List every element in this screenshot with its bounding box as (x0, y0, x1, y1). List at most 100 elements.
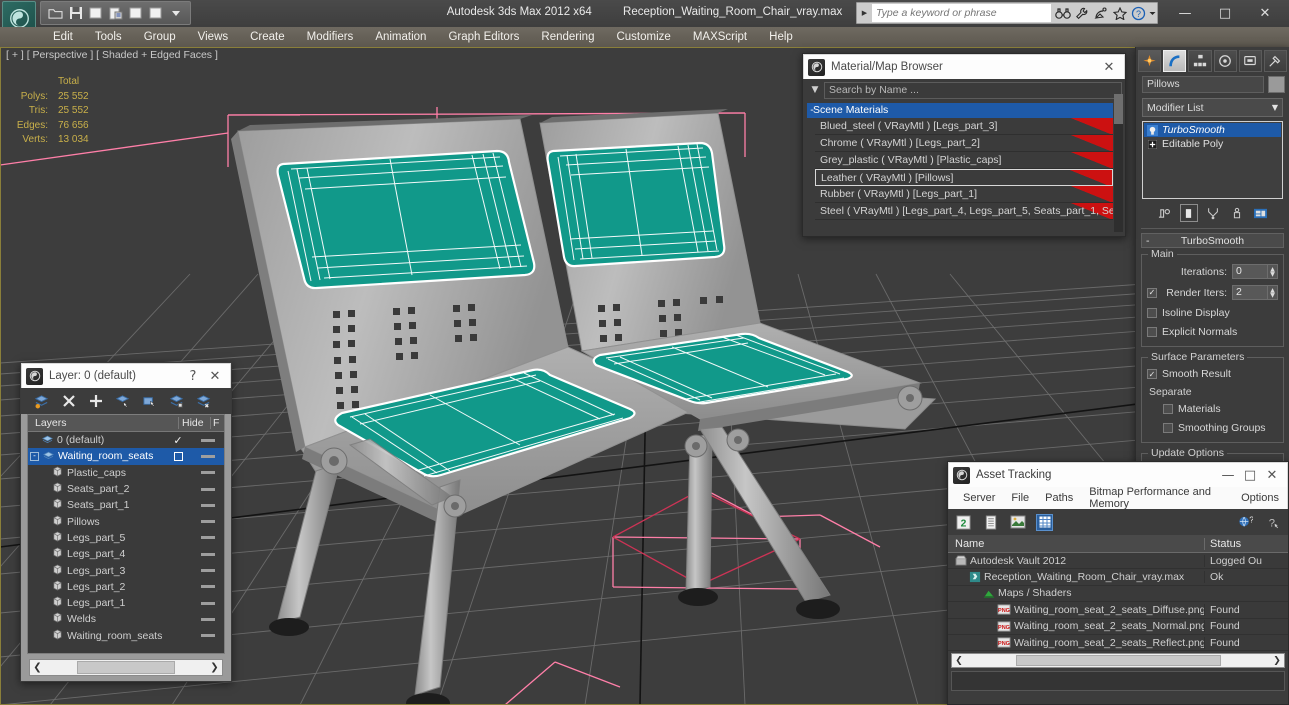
layer-dialog-close-button[interactable]: ✕ (204, 369, 226, 384)
scrollbar-thumb[interactable] (1114, 94, 1123, 124)
layer-row[interactable]: Pillows (28, 513, 224, 529)
info-center-search[interactable]: ▶ ? (856, 2, 1158, 24)
redo-icon[interactable] (127, 5, 144, 22)
layer-row[interactable]: Legs_part_2 (28, 579, 224, 595)
material-row[interactable]: Blued_steel ( VRayMtl ) [Legs_part_3] (815, 118, 1113, 135)
layer-row[interactable]: - Waiting_room_seats (28, 448, 224, 465)
save-file-icon[interactable] (67, 5, 84, 22)
pin-stack-icon[interactable] (1156, 204, 1174, 222)
menu-item-customize[interactable]: Customize (605, 27, 681, 47)
layer-active-toggle[interactable]: ✓ (164, 434, 192, 447)
layer-row[interactable]: Legs_part_3 (28, 562, 224, 578)
asset-list-grid[interactable]: Name Status Autodesk Vault 2012 Logged Ou… (948, 535, 1288, 652)
lightbulb-icon[interactable] (1147, 124, 1158, 136)
material-browser-options-caret-icon[interactable]: ▼ (806, 85, 824, 95)
layer-hide-toggle[interactable] (192, 454, 224, 458)
hide-column-header[interactable]: Hide (178, 417, 210, 429)
show-end-result-icon[interactable] (1179, 204, 1198, 222)
layer-dialog-help-button[interactable]: ? (182, 369, 204, 384)
hierarchy-tab[interactable] (1188, 50, 1212, 72)
layer-hide-toggle[interactable] (192, 520, 224, 524)
viewport-label[interactable]: [ + ] [ Perspective ] [ Shaded + Edged F… (6, 49, 218, 61)
asset-menu-item-options[interactable]: Options (1233, 492, 1287, 504)
scrollbar-thumb[interactable] (77, 661, 175, 674)
iterations-spinner[interactable]: 0 (1232, 264, 1268, 279)
select-objects-in-layer-icon[interactable] (114, 393, 131, 410)
refresh-assets-icon[interactable]: 2 (955, 514, 972, 531)
menu-item-views[interactable]: Views (187, 27, 239, 47)
material-row[interactable]: Steel ( VRayMtl ) [Legs_part_4, Legs_par… (815, 203, 1113, 220)
layer-row[interactable]: Seats_part_2 (28, 481, 224, 497)
menu-item-animation[interactable]: Animation (364, 27, 437, 47)
menu-item-group[interactable]: Group (133, 27, 187, 47)
select-highlighted-objects-icon[interactable] (141, 393, 158, 410)
material-row[interactable]: Leather ( VRayMtl ) [Pillows] (815, 169, 1113, 186)
menu-item-modifiers[interactable]: Modifiers (296, 27, 365, 47)
search-expand-caret-icon[interactable]: ▶ (857, 9, 872, 17)
help-circle-icon[interactable]: ? (1129, 4, 1148, 23)
asset-row[interactable]: Maps / Shaders (948, 586, 1288, 603)
smooth-result-row[interactable]: ✓ Smooth Result (1147, 366, 1278, 382)
asset-name-column-header[interactable]: Name (948, 538, 1204, 550)
separate-smoothing-groups-checkbox[interactable] (1163, 423, 1173, 433)
layer-list-grid[interactable]: Layers Hide F 0 (default) ✓ - Waiting_room_… (27, 414, 225, 654)
scroll-right-arrow-icon[interactable]: ❯ (1270, 656, 1284, 666)
asset-row[interactable]: Autodesk Vault 2012 Logged Ou (948, 553, 1288, 570)
configure-modifier-sets-icon[interactable] (1252, 204, 1270, 222)
modify-tab[interactable] (1163, 50, 1187, 72)
layer-row[interactable]: Legs_part_1 (28, 595, 224, 611)
maximize-button[interactable]: □ (1205, 2, 1245, 24)
list-view-icon[interactable] (982, 514, 999, 531)
wrench-icon[interactable] (1072, 4, 1091, 23)
asset-menu-item-file[interactable]: File (1003, 492, 1037, 504)
delete-layer-icon[interactable] (60, 393, 77, 410)
separate-materials-row[interactable]: Materials (1147, 401, 1278, 417)
layer-hide-toggle[interactable] (192, 617, 224, 621)
layer-row[interactable]: 0 (default) ✓ (28, 432, 224, 448)
layer-hide-toggle[interactable] (192, 601, 224, 605)
help-globe-icon[interactable]: ? (1237, 514, 1254, 531)
favorite-star-icon[interactable] (1110, 4, 1129, 23)
layer-hide-toggle[interactable] (192, 438, 224, 442)
asset-status-column-header[interactable]: Status (1204, 537, 1288, 550)
material-search-input[interactable]: Search by Name ... (824, 81, 1122, 99)
scroll-right-arrow-icon[interactable]: ❯ (207, 662, 222, 673)
layer-row[interactable]: Legs_part_4 (28, 546, 224, 562)
asset-tracking-maximize-button[interactable]: □ (1239, 468, 1261, 483)
close-button[interactable]: ✕ (1245, 2, 1285, 24)
undo-scene-operation-icon[interactable] (107, 5, 124, 22)
modifier-stack-item[interactable]: TurboSmooth (1144, 123, 1281, 137)
context-help-icon[interactable]: ? (1264, 514, 1281, 531)
layer-hide-toggle[interactable] (192, 585, 224, 589)
material-browser-scrollbar[interactable] (1114, 94, 1123, 232)
material-row[interactable]: Grey_plastic ( VRayMtl ) [Plastic_caps] (815, 152, 1113, 169)
isoline-display-checkbox[interactable] (1147, 308, 1157, 318)
menu-item-rendering[interactable]: Rendering (530, 27, 605, 47)
isoline-display-row[interactable]: Isoline Display (1147, 305, 1278, 321)
rollup-expander-icon[interactable]: - (1146, 235, 1150, 247)
layer-row[interactable]: Welds (28, 611, 224, 627)
menu-item-tools[interactable]: Tools (84, 27, 133, 47)
layer-row[interactable]: Legs_part_5 (28, 530, 224, 546)
create-tab[interactable] (1138, 50, 1162, 72)
qat-overflow-icon[interactable] (167, 5, 184, 22)
asset-tracking-close-button[interactable]: ✕ (1261, 468, 1283, 483)
turbosmooth-rollup-header[interactable]: - TurboSmooth (1141, 233, 1284, 248)
asset-row[interactable]: PNG Waiting_room_seat_2_seats_Normal.png F… (948, 619, 1288, 635)
menu-item-help[interactable]: Help (758, 27, 804, 47)
layer-hide-toggle[interactable] (192, 569, 224, 573)
separate-materials-checkbox[interactable] (1163, 404, 1173, 414)
expand-plus-icon[interactable] (1147, 139, 1158, 150)
add-selection-to-layer-icon[interactable] (87, 393, 104, 410)
layer-hide-toggle[interactable] (192, 536, 224, 540)
scroll-left-arrow-icon[interactable]: ❮ (30, 662, 45, 673)
satellite-dish-icon[interactable] (1091, 4, 1110, 23)
grid-view-icon[interactable] (1036, 513, 1053, 531)
freeze-column-header[interactable]: F (210, 417, 224, 429)
iterations-spinner-arrows[interactable]: ▲ ▼ (1268, 264, 1278, 279)
modifier-stack[interactable]: TurboSmooth Editable Poly (1142, 121, 1283, 199)
search-input[interactable] (872, 4, 1051, 22)
motion-tab[interactable] (1213, 50, 1237, 72)
render-iters-checkbox[interactable]: ✓ (1147, 287, 1157, 298)
menu-item-create[interactable]: Create (239, 27, 296, 47)
